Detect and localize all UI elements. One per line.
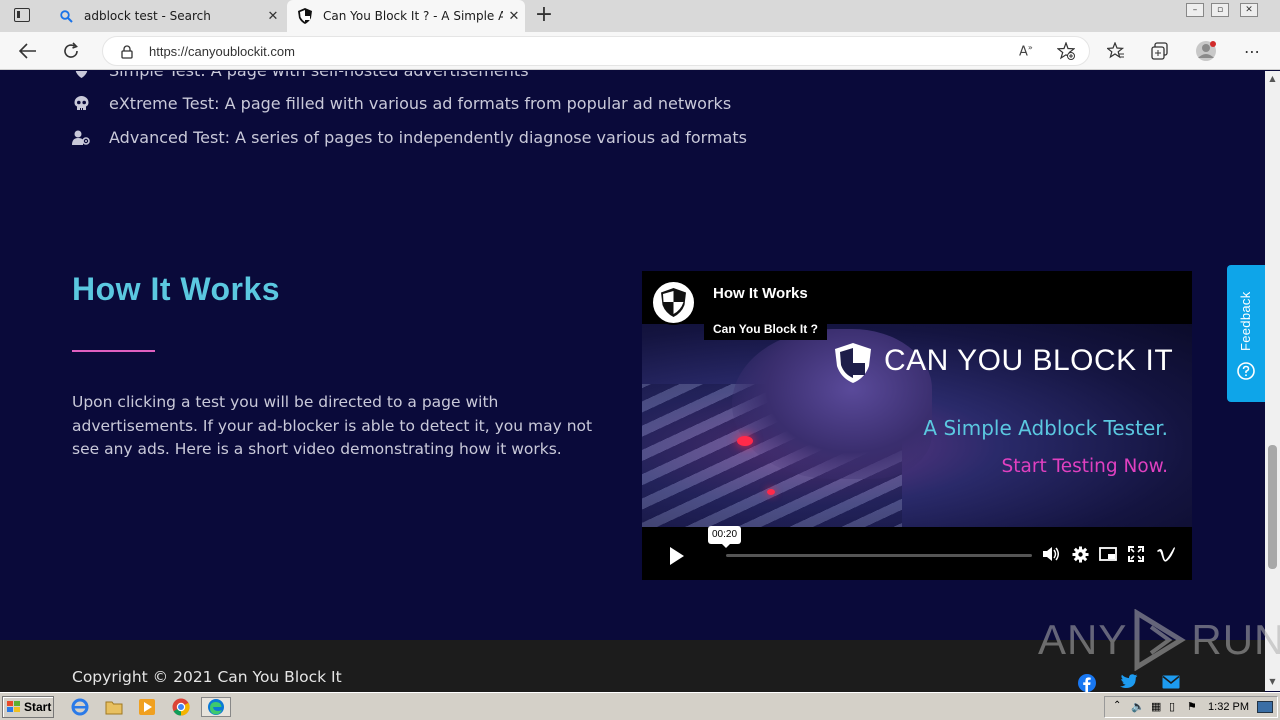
scrollbar[interactable]: ▲ ▼ <box>1265 71 1280 691</box>
video-byline[interactable]: Can You Block It ? <box>704 318 827 340</box>
play-logo-icon <box>1134 609 1187 671</box>
network-icon[interactable]: ▦ <box>1151 700 1161 713</box>
time-tooltip: 00:20 <box>708 526 742 548</box>
chat-icon <box>1237 362 1255 380</box>
tray-expand-icon[interactable]: ⌃ <box>1113 700 1121 711</box>
channel-avatar[interactable] <box>651 280 696 325</box>
address-bar[interactable]: https://canyoublockit.com A» <box>102 36 1090 66</box>
favorites-icon[interactable] <box>1105 40 1127 62</box>
lock-icon[interactable] <box>121 44 135 59</box>
read-aloud-icon[interactable]: A» <box>1019 43 1033 59</box>
tab-canyoublockit[interactable]: Can You Block It ? - A Simple Ad ✕ <box>287 0 525 32</box>
keyboard-light <box>767 489 775 495</box>
volume-icon[interactable] <box>1042 545 1060 563</box>
test-label: Simple Test: A page with self-hosted adv… <box>109 71 529 80</box>
url-text: https://canyoublockit.com <box>149 44 295 59</box>
user-gear-icon <box>72 130 90 146</box>
shield-icon <box>297 8 313 24</box>
system-tray: ⌃ 🔈 ▦ ▯ ⚑ 1:32 PM <box>1104 696 1278 718</box>
test-label: eXtreme Test: A page filled with various… <box>109 94 732 113</box>
close-icon[interactable]: ✕ <box>503 9 525 24</box>
close-window-button[interactable]: ✕ <box>1240 3 1258 17</box>
new-tab-button[interactable]: + <box>533 4 555 26</box>
close-icon[interactable]: ✕ <box>262 9 284 24</box>
navigation-bar: https://canyoublockit.com A» ⋯ <box>0 32 1280 70</box>
video-player[interactable]: CAN YOU BLOCK IT A Simple Adblock Tester… <box>642 271 1192 580</box>
refresh-icon[interactable] <box>60 40 82 62</box>
section-title: How It Works <box>72 271 281 307</box>
video-controls: 00:20 <box>642 526 1192 580</box>
section-description: Upon clicking a test you will be directe… <box>72 393 593 458</box>
edge-icon[interactable] <box>201 697 231 717</box>
facebook-icon[interactable] <box>1078 674 1096 692</box>
media-player-icon[interactable] <box>136 697 158 717</box>
favorite-add-icon[interactable] <box>1056 41 1076 64</box>
shield-icon <box>835 343 871 383</box>
profile-avatar[interactable] <box>1195 40 1217 62</box>
tab-actions-icon[interactable] <box>14 8 30 22</box>
video-title[interactable]: How It Works <box>713 285 808 302</box>
feedback-button[interactable]: Feedback <box>1227 265 1265 402</box>
tab-search[interactable]: adblock test - Search ✕ <box>48 0 284 32</box>
scroll-down-icon[interactable]: ▼ <box>1268 677 1277 687</box>
search-icon <box>58 8 74 24</box>
fullscreen-icon[interactable] <box>1127 545 1145 563</box>
keyboard-light <box>737 436 753 446</box>
email-icon[interactable] <box>1162 674 1180 692</box>
test-link-extreme[interactable]: eXtreme Test: A page filled with various… <box>72 94 731 113</box>
folder-icon[interactable] <box>103 697 125 717</box>
taskbar: Start ⌃ 🔈 ▦ ▯ ⚑ 1:32 PM <box>0 692 1280 720</box>
clock[interactable]: 1:32 PM <box>1208 701 1249 713</box>
windows-logo-icon <box>7 701 20 712</box>
scroll-thumb[interactable] <box>1268 445 1277 569</box>
vimeo-icon[interactable] <box>1155 545 1177 563</box>
feedback-label: Feedback <box>1238 291 1253 352</box>
brand-tagline: A Simple Adblock Tester. <box>923 416 1168 440</box>
shield-icon <box>72 71 90 79</box>
copyright-text: Copyright © 2021 Can You Block It <box>72 668 342 686</box>
watermark: ANY RUN <box>1038 608 1280 672</box>
collections-icon[interactable] <box>1149 40 1171 62</box>
restore-button[interactable]: ▫ <box>1211 3 1229 17</box>
test-label: Advanced Test: A series of pages to inde… <box>109 128 747 147</box>
twitter-icon[interactable] <box>1120 674 1138 692</box>
show-desktop-icon[interactable] <box>1257 701 1273 713</box>
chrome-icon[interactable] <box>170 697 192 717</box>
page-content: Simple Test: A page with self-hosted adv… <box>0 71 1265 640</box>
volume-icon[interactable]: 🔈 <box>1131 700 1145 713</box>
ie-icon[interactable] <box>69 697 91 717</box>
brand-name: CAN YOU BLOCK IT <box>884 344 1174 377</box>
progress-bar[interactable] <box>726 554 1032 557</box>
start-label: Start <box>24 700 52 714</box>
test-link-simple[interactable]: Simple Test: A page with self-hosted adv… <box>72 71 529 80</box>
test-link-advanced[interactable]: Advanced Test: A series of pages to inde… <box>72 128 747 147</box>
title-underline <box>72 350 155 352</box>
flag-icon[interactable]: ⚑ <box>1187 700 1197 713</box>
tab-label: adblock test - Search <box>84 9 211 23</box>
scroll-up-icon[interactable]: ▲ <box>1268 74 1277 84</box>
tab-strip: adblock test - Search ✕ Can You Block It… <box>0 0 1280 32</box>
settings-icon[interactable] <box>1071 545 1089 563</box>
brand-cta: Start Testing Now. <box>1001 456 1168 477</box>
pip-icon[interactable] <box>1099 545 1117 563</box>
start-button[interactable]: Start <box>2 696 54 718</box>
power-icon[interactable]: ▯ <box>1169 700 1175 713</box>
video-frame[interactable]: CAN YOU BLOCK IT A Simple Adblock Tester… <box>642 324 1192 527</box>
more-menu-icon[interactable]: ⋯ <box>1241 40 1263 62</box>
tab-label: Can You Block It ? - A Simple Ad <box>323 9 503 23</box>
play-icon[interactable] <box>670 547 684 565</box>
skull-icon <box>72 96 90 112</box>
back-icon[interactable] <box>17 40 39 62</box>
minimize-button[interactable]: – <box>1186 3 1204 17</box>
